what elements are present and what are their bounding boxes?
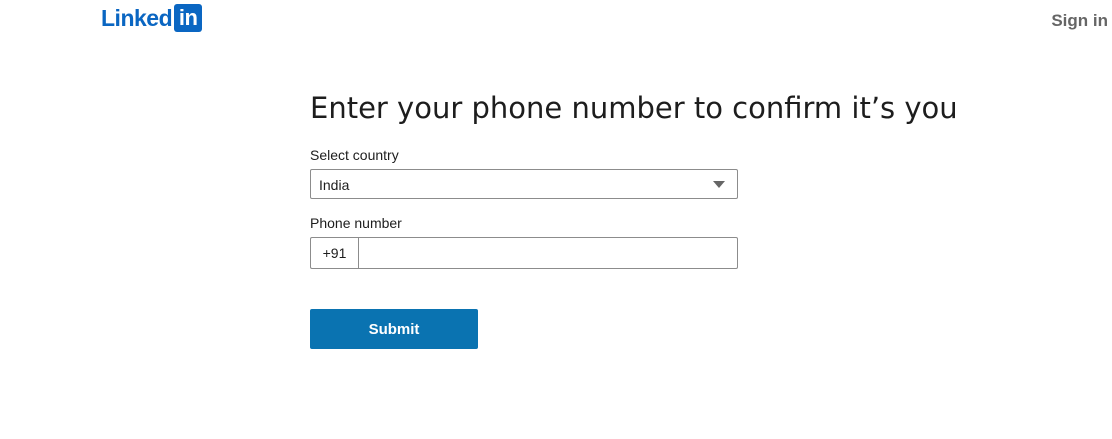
logo-in-box: in: [174, 4, 203, 32]
sign-in-link[interactable]: Sign in: [1051, 10, 1108, 32]
country-select[interactable]: India: [310, 169, 738, 199]
logo-text: Linked: [101, 5, 173, 31]
country-code-prefix: +91: [310, 237, 358, 269]
phone-confirm-form: Enter your phone number to confirm it’s …: [310, 88, 958, 349]
submit-button[interactable]: Submit: [310, 309, 478, 349]
country-label: Select country: [310, 147, 399, 163]
country-select-value: India: [319, 177, 350, 193]
phone-label: Phone number: [310, 215, 402, 231]
phone-number-input[interactable]: [358, 237, 738, 269]
caret-down-icon: [713, 181, 725, 188]
linkedin-logo[interactable]: Linked in: [101, 4, 203, 32]
page: Linked in Sign in Enter your phone numbe…: [0, 0, 1112, 439]
phone-field-group: +91: [310, 237, 738, 269]
page-title: Enter your phone number to confirm it’s …: [310, 91, 958, 125]
